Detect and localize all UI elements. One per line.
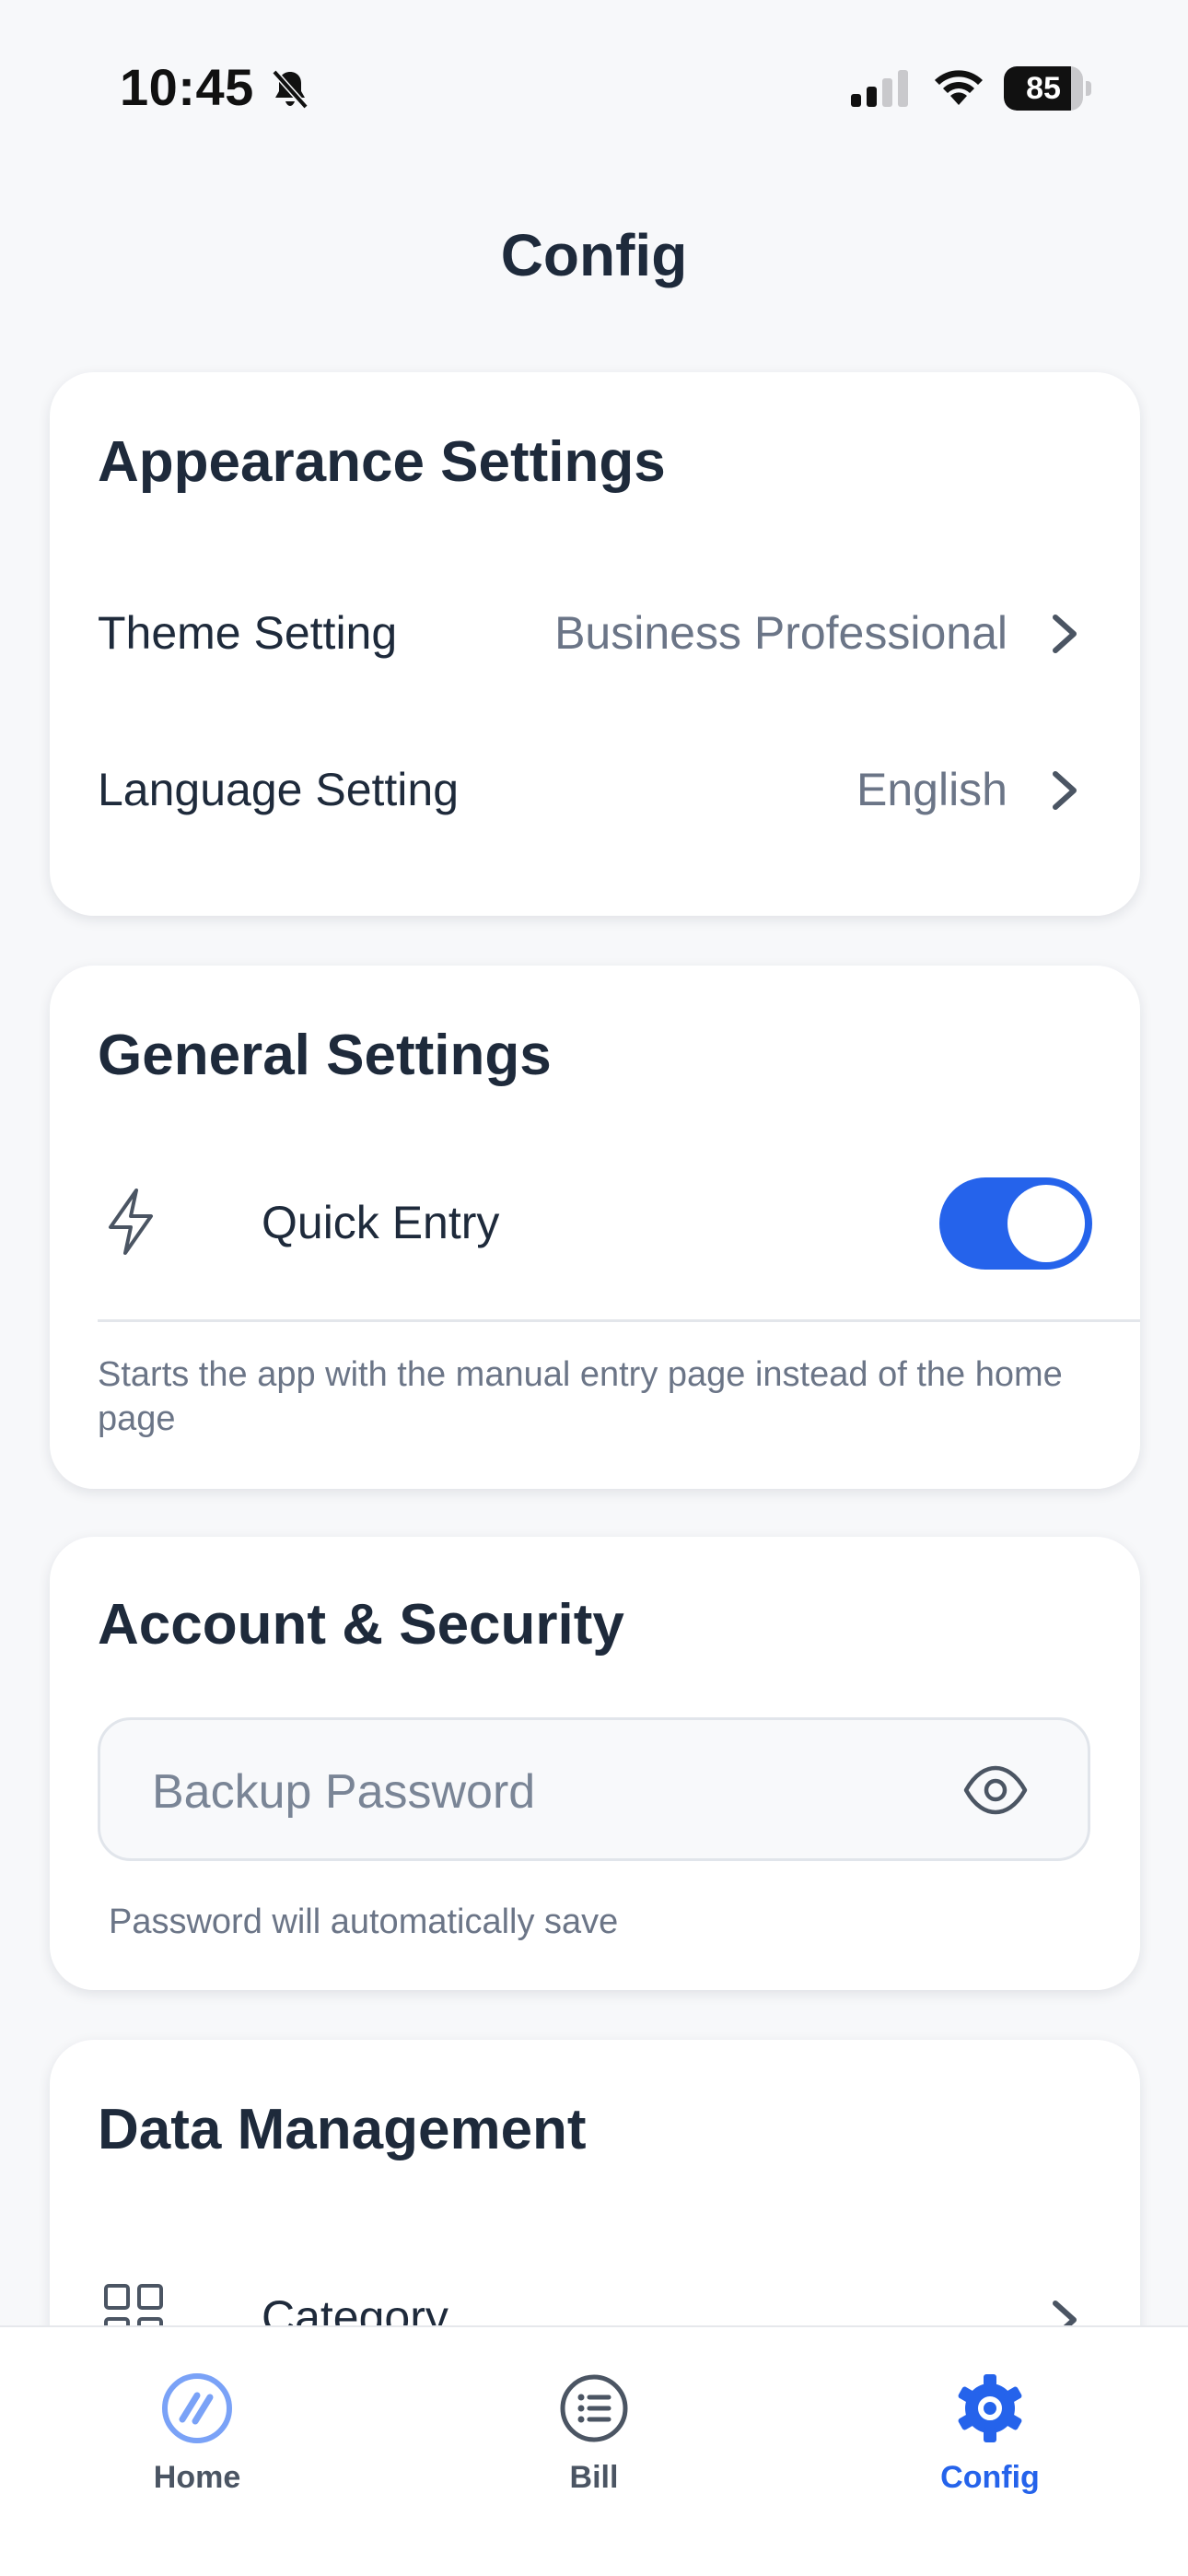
account-security-title: Account & Security (98, 1593, 624, 1657)
config-screen: 10:45 85 Config Appearance Settings Them… (0, 0, 1188, 2576)
nav-config[interactable]: Config (889, 2371, 1091, 2510)
quick-entry-label: Quick Entry (262, 1197, 500, 1248)
backup-password-input[interactable]: Backup Password (98, 1717, 1090, 1861)
nav-bill-label: Bill (569, 2460, 619, 2495)
nav-home[interactable]: Home (96, 2371, 298, 2510)
bell-off-icon (272, 69, 309, 110)
theme-setting-label: Theme Setting (98, 607, 398, 659)
general-settings-title: General Settings (98, 1024, 552, 1087)
theme-setting-row[interactable]: Theme Setting Business Professional (98, 577, 1092, 687)
nav-bill[interactable]: Bill (493, 2371, 695, 2510)
page-title: Config (500, 222, 688, 288)
backup-password-placeholder: Backup Password (152, 1765, 536, 1819)
list-icon (560, 2374, 628, 2442)
cellular-signal-icon (851, 70, 908, 107)
home-slash-icon (162, 2373, 232, 2443)
quick-entry-toggle[interactable] (939, 1177, 1092, 1270)
account-security-card: Account & Security Backup Password Passw… (50, 1537, 1140, 1990)
chevron-right-icon (1053, 615, 1077, 653)
lightning-bolt-icon (109, 1188, 153, 1255)
data-management-title: Data Management (98, 2098, 587, 2161)
divider (98, 1319, 1140, 1322)
theme-setting-value: Business Professional (554, 607, 1007, 659)
bottom-nav: Home Bill Config (0, 2325, 1188, 2576)
wifi-icon (935, 70, 983, 105)
language-setting-row[interactable]: Language Setting English (98, 733, 1092, 844)
status-bar: 10:45 85 (0, 0, 1188, 175)
quick-entry-row: Quick Entry (98, 1177, 1092, 1279)
language-setting-label: Language Setting (98, 764, 460, 815)
eye-icon[interactable] (962, 1764, 1029, 1816)
quick-entry-hint: Starts the app with the manual entry pag… (98, 1355, 1063, 1438)
language-setting-value: English (856, 764, 1007, 815)
status-time: 10:45 (120, 58, 254, 116)
appearance-settings-title: Appearance Settings (98, 430, 666, 494)
battery-indicator: 85 (1004, 66, 1092, 111)
general-settings-card: General Settings Quick Entry Starts the … (50, 966, 1140, 1489)
chevron-right-icon (1053, 771, 1077, 810)
nav-config-label: Config (940, 2460, 1040, 2495)
battery-percent: 85 (1026, 71, 1061, 106)
nav-home-label: Home (153, 2460, 241, 2495)
toggle-knob (1007, 1185, 1085, 1262)
password-hint: Password will automatically save (109, 1903, 619, 1941)
appearance-settings-card: Appearance Settings Theme Setting Busine… (50, 372, 1140, 916)
gear-icon (958, 2374, 1022, 2442)
